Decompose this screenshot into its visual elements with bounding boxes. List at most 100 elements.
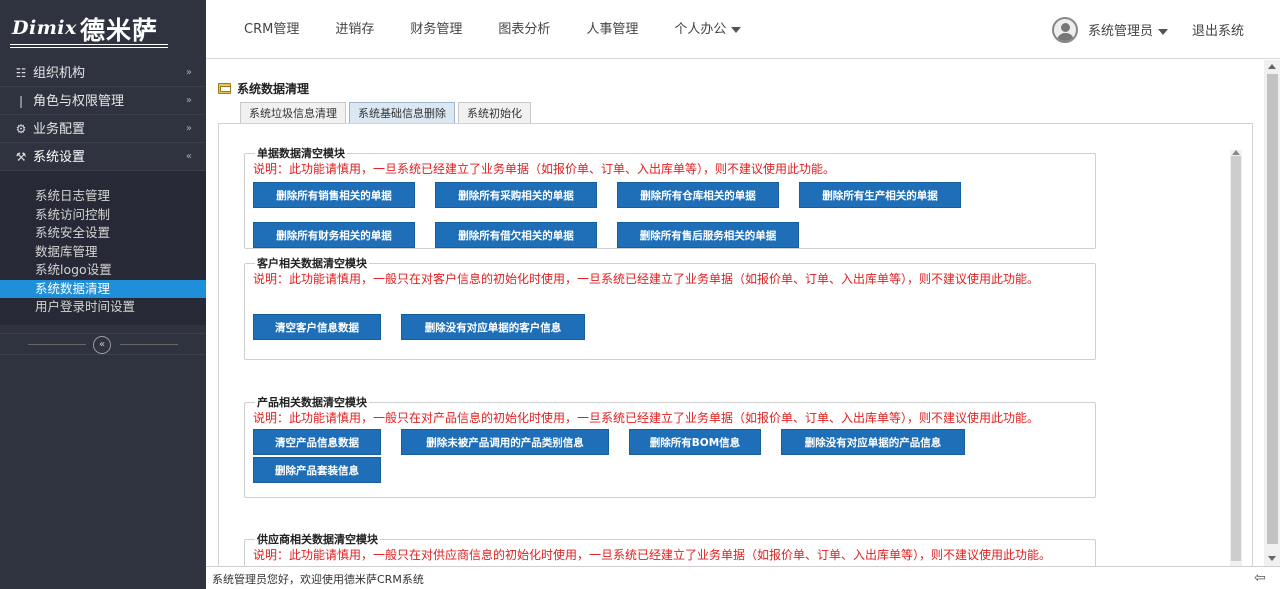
module-legend: 客户相关数据清空模块 bbox=[257, 257, 367, 270]
sitemap-icon: ☷ bbox=[15, 66, 27, 80]
delete-sales-docs-button[interactable]: 删除所有销售相关的单据 bbox=[253, 182, 415, 208]
nav-finance[interactable]: 财务管理 bbox=[392, 0, 480, 59]
warning-note: 说明：此功能请慎用，一般只在对产品信息的初始化时使用，一旦系统已经建立了业务单据… bbox=[253, 411, 1040, 425]
delete-debt-docs-button[interactable]: 删除所有借欠相关的单据 bbox=[435, 222, 597, 248]
sidebar-item-system-log[interactable]: 系统日志管理 bbox=[0, 187, 206, 206]
caret-down-icon bbox=[1157, 28, 1168, 35]
sidebar-item-security-settings[interactable]: 系统安全设置 bbox=[0, 224, 206, 243]
expand-chevron-icon: » bbox=[185, 123, 192, 134]
page-scrollbar[interactable] bbox=[1264, 60, 1280, 566]
sidebar-item-login-time[interactable]: 用户登录时间设置 bbox=[0, 298, 206, 317]
nav-hr[interactable]: 人事管理 bbox=[568, 0, 656, 59]
sidebar-item-logo-settings[interactable]: 系统logo设置 bbox=[0, 261, 206, 280]
logo-cn-text: 德米萨 bbox=[80, 16, 159, 45]
gear-icon: ⚙ bbox=[15, 122, 27, 136]
delete-orphan-products-button[interactable]: 删除没有对应单据的产品信息 bbox=[781, 429, 965, 455]
nav-label: 财务管理 bbox=[410, 22, 463, 37]
logo-underline bbox=[10, 44, 168, 45]
sidebar-item-data-cleanup[interactable]: 系统数据清理 bbox=[0, 279, 206, 298]
sidebar-submenu: 系统日志管理 系统访问控制 系统安全设置 数据库管理 系统logo设置 系统数据… bbox=[0, 171, 206, 325]
panel-scrollbar[interactable] bbox=[1230, 150, 1242, 566]
user-area: 系统管理员 退出系统 bbox=[1051, 0, 1244, 59]
tab-basic-info-delete[interactable]: 系统基础信息删除 bbox=[349, 102, 455, 124]
collapse-sidebar-icon[interactable]: « bbox=[93, 335, 111, 354]
collapse-chevron-icon: « bbox=[185, 151, 192, 162]
sidebar-group-business-config[interactable]: ⚙ 业务配置 » bbox=[0, 115, 206, 143]
logo-underline bbox=[10, 47, 168, 48]
delete-product-kits-button[interactable]: 删除产品套装信息 bbox=[253, 457, 381, 483]
sidebar-collapse-bar: « bbox=[0, 332, 206, 355]
sidebar-item-database[interactable]: 数据库管理 bbox=[0, 243, 206, 262]
nav-inventory[interactable]: 进销存 bbox=[317, 0, 392, 59]
scroll-down-icon[interactable] bbox=[1268, 556, 1276, 561]
clear-product-data-button[interactable]: 清空产品信息数据 bbox=[253, 429, 381, 455]
module-suppliers: 供应商相关数据清空模块 说明：此功能请慎用，一般只在对供应商信息的初始化时使用，… bbox=[244, 531, 1096, 566]
expand-chevron-icon: » bbox=[185, 67, 192, 78]
nav-charts[interactable]: 图表分析 bbox=[480, 0, 568, 59]
scrollbar-thumb[interactable] bbox=[1231, 156, 1241, 561]
scroll-up-icon[interactable] bbox=[1232, 150, 1240, 155]
tab-system-init[interactable]: 系统初始化 bbox=[458, 102, 531, 124]
nav-label: 人事管理 bbox=[586, 22, 639, 37]
nav-label: CRM管理 bbox=[244, 22, 300, 37]
status-text: 系统管理员您好，欢迎使用德米萨CRM系统 bbox=[212, 573, 424, 586]
delete-finance-docs-button[interactable]: 删除所有财务相关的单据 bbox=[253, 222, 415, 248]
button-row: 删除所有财务相关的单据 删除所有借欠相关的单据 删除所有售后服务相关的单据 bbox=[253, 222, 1095, 248]
nav-crm[interactable]: CRM管理 bbox=[226, 0, 317, 59]
panel-scroll-area: 单据数据清空模块 说明：此功能请慎用，一旦系统已经建立了业务单据（如报价单、订单… bbox=[231, 136, 1242, 566]
module-legend: 单据数据清空模块 bbox=[257, 147, 345, 160]
app-logo[interactable]: Dimix 德米萨 bbox=[0, 0, 206, 59]
tab-bar: 系统垃圾信息清理 系统基础信息删除 系统初始化 bbox=[240, 102, 534, 124]
sidebar-item-access-control[interactable]: 系统访问控制 bbox=[0, 206, 206, 225]
delete-aftersales-docs-button[interactable]: 删除所有售后服务相关的单据 bbox=[617, 222, 799, 248]
delete-production-docs-button[interactable]: 删除所有生产相关的单据 bbox=[799, 182, 961, 208]
logout-link[interactable]: 退出系统 bbox=[1192, 20, 1244, 39]
caret-down-icon bbox=[731, 26, 742, 33]
module-customers: 客户相关数据清空模块 说明：此功能请慎用，一般只在对客户信息的初始化时使用，一旦… bbox=[244, 255, 1096, 360]
page-title-text: 系统数据清理 bbox=[237, 82, 310, 96]
top-bar: Dimix 德米萨 CRM管理 进销存 财务管理 图表分析 人事管理 个人办公 … bbox=[0, 0, 1280, 59]
sidebar-group-label: 组织机构 bbox=[33, 66, 86, 81]
delete-purchase-docs-button[interactable]: 删除所有采购相关的单据 bbox=[435, 182, 597, 208]
button-row: 清空产品信息数据 删除未被产品调用的产品类别信息 删除所有BOM信息 删除没有对… bbox=[253, 429, 1095, 455]
sidebar: ☷ 组织机构 » ❘ 角色与权限管理 » ⚙ 业务配置 » ⚒ 系统设置 « 系统日志管… bbox=[0, 59, 206, 589]
nav-label: 个人办公 bbox=[674, 22, 727, 37]
module-documents: 单据数据清空模块 说明：此功能请慎用，一旦系统已经建立了业务单据（如报价单、订单… bbox=[244, 145, 1096, 249]
folder-icon bbox=[218, 83, 231, 94]
delete-warehouse-docs-button[interactable]: 删除所有仓库相关的单据 bbox=[617, 182, 779, 208]
delete-bom-button[interactable]: 删除所有BOM信息 bbox=[629, 429, 761, 455]
logo-latin-text: Dimix bbox=[12, 17, 77, 39]
button-row: 删除所有销售相关的单据 删除所有采购相关的单据 删除所有仓库相关的单据 删除所有… bbox=[253, 182, 1095, 208]
exit-icon[interactable]: ⇦ bbox=[1254, 570, 1272, 586]
divider bbox=[28, 343, 86, 345]
warning-note: 说明：此功能请慎用，一般只在对客户信息的初始化时使用，一旦系统已经建立了业务单据… bbox=[253, 272, 1040, 286]
sidebar-group-label: 业务配置 bbox=[33, 122, 86, 137]
scrollbar-thumb[interactable] bbox=[1267, 74, 1278, 544]
nav-label: 进销存 bbox=[335, 22, 375, 37]
user-menu[interactable]: 系统管理员 bbox=[1088, 20, 1168, 39]
nav-personal-office[interactable]: 个人办公 bbox=[656, 0, 759, 59]
page-title: 系统数据清理 bbox=[218, 80, 309, 97]
sidebar-group-label: 系统设置 bbox=[33, 150, 86, 165]
delete-unused-categories-button[interactable]: 删除未被产品调用的产品类别信息 bbox=[401, 429, 609, 455]
button-row: 清空客户信息数据 删除没有对应单据的客户信息 bbox=[253, 314, 1095, 340]
wrench-icon: ⚒ bbox=[15, 150, 27, 164]
scroll-up-icon[interactable] bbox=[1268, 64, 1276, 69]
top-nav: CRM管理 进销存 财务管理 图表分析 人事管理 个人办公 bbox=[226, 0, 759, 59]
delete-orphan-customers-button[interactable]: 删除没有对应单据的客户信息 bbox=[401, 314, 585, 340]
button-row: 删除产品套装信息 bbox=[253, 457, 1095, 483]
sidebar-group-system-settings[interactable]: ⚒ 系统设置 « bbox=[0, 143, 206, 171]
divider bbox=[120, 343, 178, 345]
sidebar-group-roles[interactable]: ❘ 角色与权限管理 » bbox=[0, 87, 206, 115]
sidebar-group-label: 角色与权限管理 bbox=[33, 94, 125, 109]
pin-icon: ❘ bbox=[15, 94, 27, 108]
module-legend: 产品相关数据清空模块 bbox=[257, 396, 367, 409]
sidebar-group-organization[interactable]: ☷ 组织机构 » bbox=[0, 59, 206, 87]
clear-customer-data-button[interactable]: 清空客户信息数据 bbox=[253, 314, 381, 340]
main-content: 系统数据清理 系统垃圾信息清理 系统基础信息删除 系统初始化 单据数据清空模块 … bbox=[206, 60, 1264, 566]
tab-panel: 单据数据清空模块 说明：此功能请慎用，一旦系统已经建立了业务单据（如报价单、订单… bbox=[218, 123, 1253, 566]
module-legend: 供应商相关数据清空模块 bbox=[257, 533, 378, 546]
tab-garbage-cleanup[interactable]: 系统垃圾信息清理 bbox=[240, 102, 346, 124]
warning-note: 说明：此功能请慎用，一旦系统已经建立了业务单据（如报价单、订单、入出库单等），则… bbox=[253, 162, 836, 176]
user-avatar-icon[interactable] bbox=[1051, 16, 1078, 43]
